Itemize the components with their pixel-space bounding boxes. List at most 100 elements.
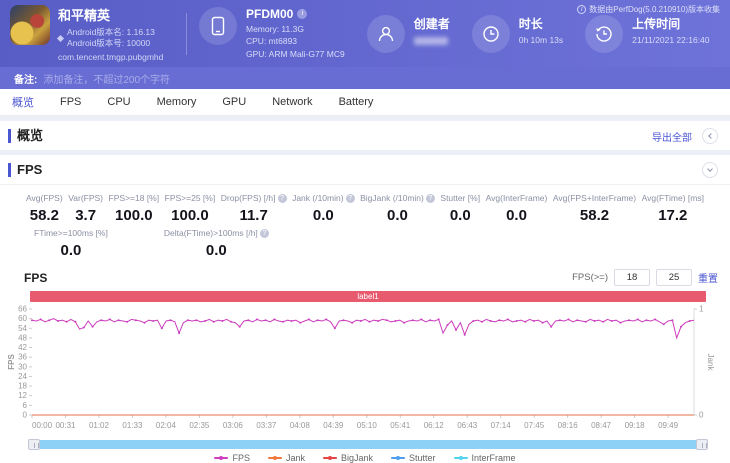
- device-info-icon[interactable]: i: [297, 9, 308, 20]
- source-note-text: 数据由PerfDog(5.0.210910)版本收集: [589, 5, 720, 14]
- history-icon: [585, 14, 624, 53]
- package-name: com.tencent.tmgp.pubgmhd: [58, 51, 164, 62]
- game-app-icon: [10, 5, 50, 46]
- metric-delta-ftime: Delta(FTime)>100ms [/h] 0.0: [164, 228, 269, 259]
- svg-text:0: 0: [699, 411, 704, 420]
- metric-avg-fps-interframe: Avg(FPS+InterFrame) 58.2: [552, 193, 637, 224]
- chart-zoom-slider[interactable]: [28, 439, 708, 450]
- tab-gpu[interactable]: GPU: [222, 96, 246, 108]
- svg-text:60: 60: [18, 314, 27, 323]
- fps-summary-metrics: Avg(FPS) 58.2 Var(FPS) 3.7 FPS>=18 [%] 1…: [0, 184, 730, 261]
- tab-fps[interactable]: FPS: [60, 96, 81, 108]
- info-icon: i: [577, 5, 587, 14]
- legend-stutter[interactable]: Stutter: [391, 453, 436, 463]
- svg-text:04:39: 04:39: [323, 421, 344, 430]
- fps-threshold1-input[interactable]: [614, 269, 650, 286]
- svg-text:6: 6: [23, 401, 28, 410]
- help-icon[interactable]: [425, 193, 435, 203]
- creator-label: 创建者: [413, 16, 450, 31]
- android-version-code: Android版本号: 10000: [67, 38, 151, 48]
- svg-text:01:33: 01:33: [122, 421, 143, 430]
- svg-text:05:41: 05:41: [390, 421, 411, 430]
- jank-line-marker-icon: [267, 456, 282, 460]
- svg-text:02:35: 02:35: [189, 421, 210, 430]
- svg-text:1: 1: [699, 305, 704, 314]
- legend-fps[interactable]: FPS: [214, 453, 250, 463]
- chart-legend: FPS Jank BigJank Stutter InterFrame: [0, 453, 730, 463]
- overview-card: 概览 导出全部: [0, 121, 730, 150]
- tab-network[interactable]: Network: [272, 96, 312, 108]
- creator-name-redacted: [413, 36, 448, 45]
- user-icon: [366, 14, 405, 53]
- device-cpu: CPU: mt6893: [246, 36, 298, 47]
- slider-right-handle[interactable]: [696, 439, 708, 450]
- svg-text:09:18: 09:18: [625, 421, 646, 430]
- reset-button[interactable]: 重置: [698, 270, 718, 285]
- slider-left-handle[interactable]: [28, 439, 40, 450]
- fps-collapse-button[interactable]: [702, 162, 718, 178]
- tab-cpu[interactable]: CPU: [107, 96, 130, 108]
- svg-text:54: 54: [18, 324, 27, 333]
- help-icon[interactable]: [345, 193, 355, 203]
- svg-text:18: 18: [18, 382, 27, 391]
- game-title: 和平精英: [58, 8, 111, 24]
- fps-card: FPS Avg(FPS) 58.2 Var(FPS) 3.7 FPS>=18 […: [0, 155, 730, 463]
- metric-var-fps: Var(FPS) 3.7: [68, 193, 104, 224]
- chevron-left-icon: [708, 133, 714, 139]
- report-header: i 数据由PerfDog(5.0.210910)版本收集 和平精英 Androi…: [0, 0, 730, 67]
- remark-placeholder: 添加备注，不超过200个字符: [43, 74, 171, 86]
- fps-chart[interactable]: 0 6 12 18 24 30 36 42 48 54 60 66 0 1 00:00 00:31 01:02 0…: [0, 303, 730, 438]
- duration-value: 0h 10m 13s: [518, 34, 564, 45]
- svg-text:09:49: 09:49: [658, 421, 679, 430]
- fps-chart-svg: 06121824303642485460660100:00 00:31 01:02 0…: [7, 305, 715, 431]
- metric-jank: Jank (/10min) 0.0: [292, 193, 355, 224]
- nav-tabs: 概览 FPS CPU Memory GPU Network Battery: [0, 89, 730, 116]
- chevron-down-icon: [707, 166, 713, 172]
- svg-text:06:43: 06:43: [457, 421, 478, 430]
- tab-overview[interactable]: 概览: [12, 94, 34, 110]
- tab-memory[interactable]: Memory: [157, 96, 197, 108]
- svg-text:04:08: 04:08: [290, 421, 311, 430]
- data-source-note: i 数据由PerfDog(5.0.210910)版本收集: [577, 4, 720, 15]
- upload-time-label: 上传时间: [632, 16, 681, 31]
- fps-chart-title: FPS: [24, 270, 48, 285]
- svg-text:06:12: 06:12: [424, 421, 445, 430]
- svg-text:08:47: 08:47: [591, 421, 612, 430]
- legend-interframe[interactable]: InterFrame: [453, 453, 516, 463]
- android-version-name: Android版本名: 1.16.13: [67, 27, 155, 38]
- header-divider: [186, 12, 187, 55]
- metric-stutter: Stutter [%] 0.0: [440, 193, 481, 224]
- overview-title: 概览: [8, 129, 43, 143]
- export-all-link[interactable]: 导出全部: [652, 129, 692, 144]
- overview-collapse-button[interactable]: [702, 128, 718, 144]
- metric-avg-interframe: Avg(InterFrame) 0.0: [485, 193, 548, 224]
- upload-time-value: 21/11/2021 22:16:40: [632, 34, 710, 45]
- duration-info: 时长 0h 10m 13s: [471, 14, 564, 53]
- bigjank-line-marker-icon: [322, 456, 337, 460]
- help-icon[interactable]: [259, 228, 269, 238]
- remark-bar[interactable]: 备注: 添加备注，不超过200个字符: [0, 67, 730, 89]
- svg-text:00:00: 00:00: [32, 421, 53, 430]
- svg-text:0: 0: [23, 411, 28, 420]
- legend-jank[interactable]: Jank: [267, 453, 305, 463]
- metric-fps-ge-25: FPS>=25 [%] 100.0: [164, 193, 216, 224]
- upload-time-info: 上传时间 21/11/2021 22:16:40: [585, 14, 710, 53]
- help-icon[interactable]: [277, 193, 287, 203]
- svg-text:30: 30: [18, 362, 27, 371]
- tab-battery[interactable]: Battery: [339, 96, 374, 108]
- legend-bigjank[interactable]: BigJank: [322, 453, 373, 463]
- svg-text:48: 48: [18, 333, 27, 342]
- svg-text:24: 24: [18, 372, 27, 381]
- clock-icon: [471, 14, 510, 53]
- svg-text:07:45: 07:45: [524, 421, 545, 430]
- svg-text:00:31: 00:31: [55, 421, 76, 430]
- fps-threshold-label: FPS(>=): [572, 272, 608, 283]
- svg-text:01:02: 01:02: [89, 421, 110, 430]
- fps-threshold2-input[interactable]: [656, 269, 692, 286]
- fps-line-marker-icon: [214, 456, 229, 460]
- svg-text:12: 12: [18, 391, 27, 400]
- metric-drop-fps: Drop(FPS) [/h] 11.7: [221, 193, 287, 224]
- device-memory: Memory: 11.3G: [246, 24, 304, 35]
- svg-text:07:14: 07:14: [491, 421, 512, 430]
- device-gpu: GPU: ARM Mali-G77 MC9: [246, 48, 345, 59]
